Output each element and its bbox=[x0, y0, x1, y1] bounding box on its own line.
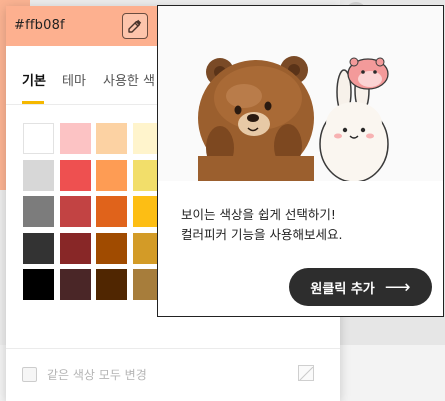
color-swatch[interactable] bbox=[59, 269, 91, 300]
promo-text-line-1: 보이는 색상을 쉽게 선택하기! bbox=[181, 207, 336, 222]
hex-value[interactable]: #ffb08f bbox=[14, 18, 65, 33]
footer-divider bbox=[6, 348, 340, 349]
color-swatch[interactable] bbox=[23, 196, 54, 227]
promo-illustration bbox=[158, 6, 443, 181]
hamster-character bbox=[347, 57, 389, 90]
color-swatch[interactable] bbox=[96, 232, 127, 264]
color-swatch[interactable] bbox=[23, 123, 54, 154]
color-swatch[interactable] bbox=[96, 269, 127, 300]
color-swatch[interactable] bbox=[96, 196, 127, 227]
color-swatch[interactable] bbox=[59, 159, 91, 191]
no-color-slash-icon bbox=[299, 366, 313, 380]
tab-used-colors[interactable]: 사용한 색 bbox=[103, 70, 155, 89]
bear-rabbit-illustration bbox=[198, 56, 389, 181]
tab-theme[interactable]: 테마 bbox=[62, 70, 86, 89]
color-swatch[interactable] bbox=[23, 159, 54, 191]
eyedropper-promo-tooltip: 보이는 색상을 쉽게 선택하기! 컬러피커 기능을 사용해보세요. 원클릭 추가… bbox=[157, 5, 444, 317]
no-color-swatch[interactable] bbox=[298, 365, 314, 381]
eyedropper-button[interactable] bbox=[122, 13, 148, 39]
arrow-right-icon: ⟶ bbox=[384, 276, 411, 298]
color-swatch[interactable] bbox=[59, 123, 91, 154]
one-click-add-button[interactable]: 원클릭 추가 ⟶ bbox=[289, 268, 432, 306]
color-swatch[interactable] bbox=[59, 196, 91, 227]
bear-character bbox=[198, 56, 314, 181]
same-color-option[interactable]: 같은 색상 모두 변경 bbox=[22, 366, 147, 383]
color-swatch[interactable] bbox=[23, 232, 54, 264]
one-click-add-label: 원클릭 추가 bbox=[310, 281, 375, 297]
color-swatch[interactable] bbox=[96, 123, 127, 154]
color-swatch[interactable] bbox=[23, 269, 54, 300]
color-swatch[interactable] bbox=[59, 232, 91, 264]
promo-text-line-2: 컬러피커 기능을 사용해보세요. bbox=[181, 227, 343, 242]
tab-basic[interactable]: 기본 bbox=[22, 70, 46, 89]
color-swatch[interactable] bbox=[96, 159, 127, 191]
eyedropper-icon bbox=[128, 19, 142, 33]
same-color-checkbox[interactable] bbox=[22, 367, 37, 382]
same-color-label: 같은 색상 모두 변경 bbox=[47, 368, 147, 382]
